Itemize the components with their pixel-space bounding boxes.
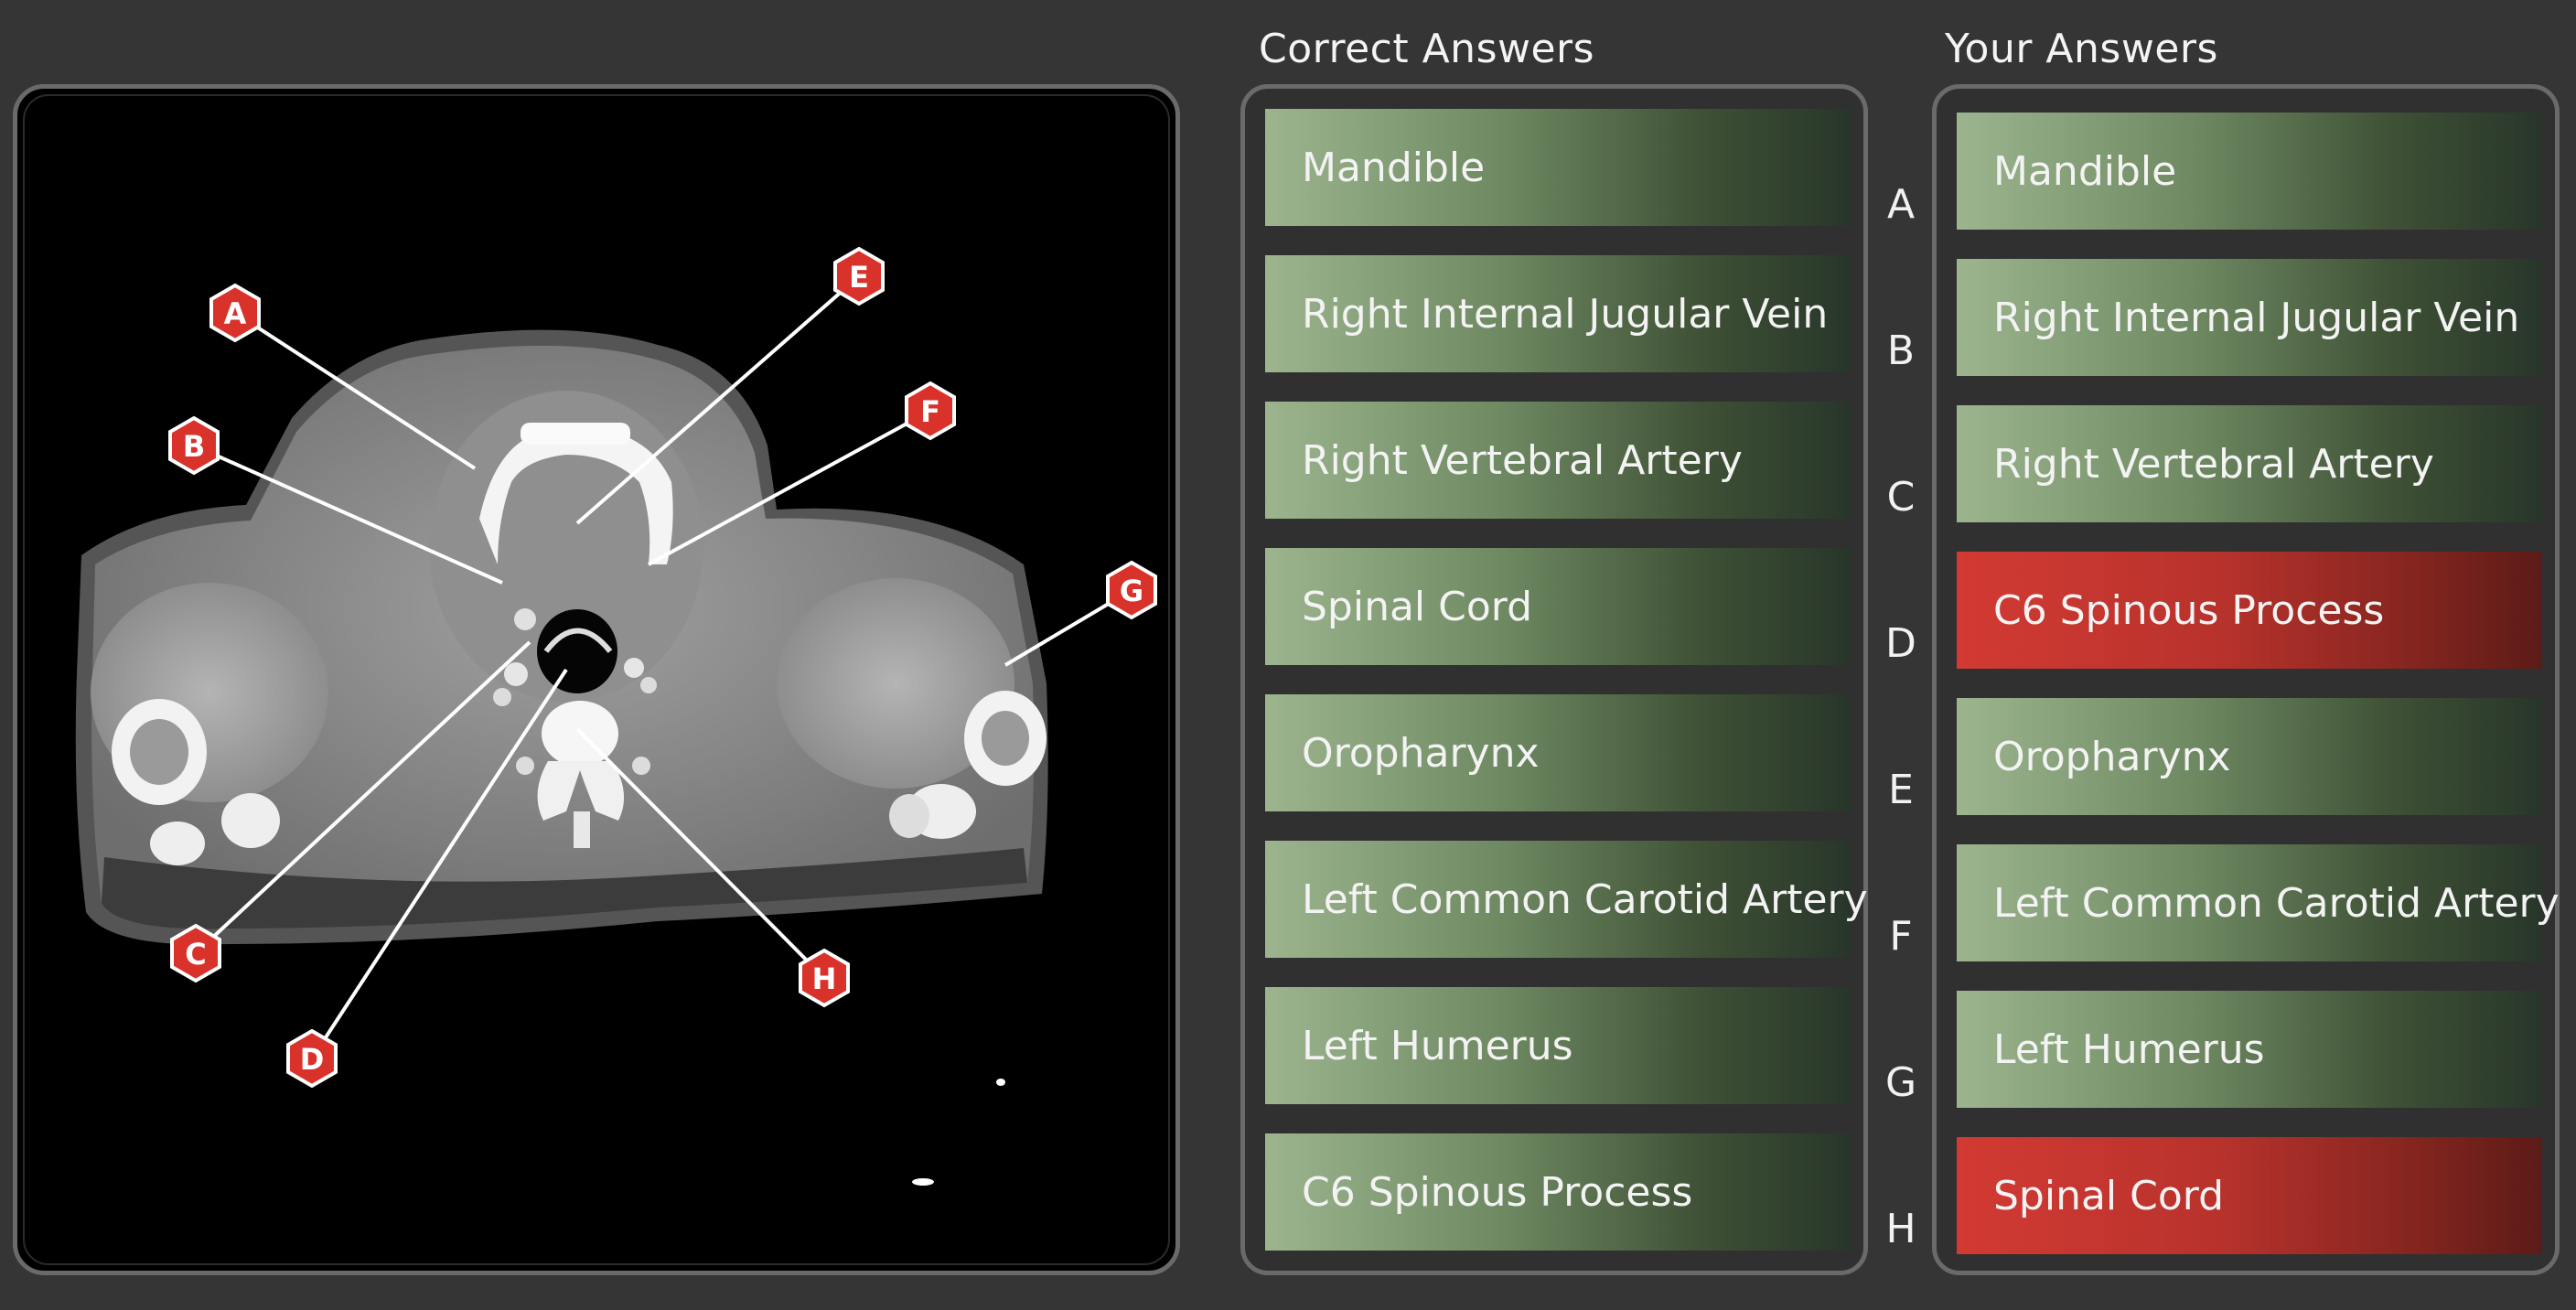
correct-answers-panel: Mandible Right Internal Jugular Vein Rig… — [1240, 84, 1868, 1275]
row-letter-a: A — [1886, 181, 1916, 228]
marker-label-e: E — [849, 260, 869, 295]
correct-answer-d: Spinal Cord — [1265, 548, 1851, 665]
your-answer-c[interactable]: Right Vertebral Artery — [1957, 405, 2542, 522]
your-answers-title: Your Answers — [1945, 26, 2218, 72]
marker-a: A — [209, 283, 261, 343]
marker-c: C — [170, 923, 221, 983]
your-answer-g[interactable]: Left Humerus — [1957, 991, 2542, 1108]
marker-label-a: A — [224, 296, 247, 331]
correct-answer-c: Right Vertebral Artery — [1265, 402, 1851, 519]
marker-f: F — [905, 381, 956, 441]
marker-b: B — [168, 415, 220, 476]
your-answers-panel: Mandible Right Internal Jugular Vein Rig… — [1932, 84, 2560, 1275]
correct-answers-title: Correct Answers — [1259, 26, 1595, 72]
correct-answer-a: Mandible — [1265, 109, 1851, 226]
marker-label-g: G — [1120, 574, 1143, 608]
correct-answer-g: Left Humerus — [1265, 987, 1851, 1104]
row-letter-h: H — [1885, 1206, 1916, 1252]
correct-answer-h: C6 Spinous Process — [1265, 1133, 1851, 1251]
marker-label-b: B — [183, 429, 205, 464]
marker-label-c: C — [185, 937, 206, 972]
correct-answer-b: Right Internal Jugular Vein — [1265, 255, 1851, 372]
row-letter-e: E — [1888, 767, 1914, 813]
ct-image-frame: A B C D E F G H — [13, 84, 1180, 1275]
marker-d: D — [286, 1028, 338, 1089]
your-answer-e[interactable]: Oropharynx — [1957, 698, 2542, 815]
your-answer-h[interactable]: Spinal Cord — [1957, 1137, 2542, 1254]
marker-label-d: D — [300, 1042, 325, 1077]
ct-scan-image: A B C D E F G H — [75, 246, 1157, 1186]
row-letter-d: D — [1885, 620, 1916, 667]
correct-answer-f: Left Common Carotid Artery — [1265, 841, 1868, 958]
your-answer-a[interactable]: Mandible — [1957, 113, 2542, 230]
row-letter-f: F — [1889, 913, 1913, 960]
marker-h: H — [799, 948, 850, 1008]
row-letter-b: B — [1886, 328, 1916, 374]
row-letter-g: G — [1884, 1059, 1917, 1106]
marker-label-f: F — [920, 394, 940, 429]
row-letter-c: C — [1886, 474, 1916, 521]
your-answer-f[interactable]: Left Common Carotid Artery — [1957, 844, 2560, 961]
correct-answer-e: Oropharynx — [1265, 694, 1851, 811]
marker-label-h: H — [812, 961, 837, 996]
your-answer-b[interactable]: Right Internal Jugular Vein — [1957, 259, 2542, 376]
marker-e: E — [833, 246, 885, 306]
marker-g: G — [1106, 560, 1157, 620]
your-answer-d[interactable]: C6 Spinous Process — [1957, 552, 2542, 669]
